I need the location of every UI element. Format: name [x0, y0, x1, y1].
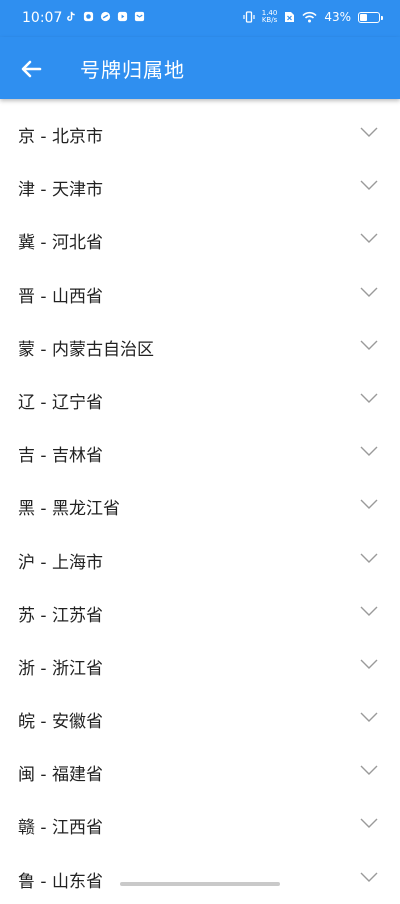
list-item[interactable]: 晋 - 山西省 [0, 266, 400, 319]
notification-icons [66, 11, 145, 22]
list-item[interactable]: 京 - 北京市 [0, 106, 400, 159]
link-app-icon [100, 11, 111, 22]
chevron-down-icon [360, 287, 378, 297]
list-item[interactable]: 鲁 - 山东省 [0, 851, 400, 904]
list-item[interactable]: 黑 - 黑龙江省 [0, 478, 400, 531]
chevron-down-icon [360, 712, 378, 723]
chevron-down-icon [360, 553, 378, 563]
status-right: 1.40 KB/s 43% [243, 10, 383, 24]
chevron-down-icon [360, 872, 378, 882]
province-list: 京 - 北京市津 - 天津市冀 - 河北省晋 - 山西省蒙 - 内蒙古自治区辽 … [0, 106, 400, 904]
list-item[interactable]: 吉 - 吉林省 [0, 425, 400, 478]
list-item-label: 浙 - 浙江省 [18, 658, 103, 679]
list-item-label: 皖 - 安徽省 [18, 712, 103, 733]
list-item[interactable]: 皖 - 安徽省 [0, 691, 400, 744]
vibrate-icon [243, 11, 255, 23]
arrow-left-icon[interactable] [16, 54, 46, 84]
list-item[interactable]: 闽 - 福建省 [0, 744, 400, 797]
chevron-down-icon [360, 499, 378, 510]
status-time: 10:07 [22, 10, 63, 26]
list-item-label: 蒙 - 内蒙古自治区 [18, 339, 154, 360]
list-item-label: 黑 - 黑龙江省 [18, 499, 120, 520]
home-indicator[interactable] [120, 882, 280, 886]
list-item[interactable]: 赣 - 江西省 [0, 797, 400, 850]
list-item-label: 冀 - 河北省 [18, 233, 103, 254]
list-item[interactable]: 津 - 天津市 [0, 159, 400, 212]
wifi-icon [302, 11, 317, 23]
app-bar: 号牌归属地 [0, 37, 400, 99]
video-app-icon [117, 11, 128, 22]
chevron-down-icon [360, 818, 378, 829]
network-speed: 1.40 KB/s [262, 10, 278, 24]
list-item-label: 京 - 北京市 [18, 127, 103, 147]
list-item[interactable]: 辽 - 辽宁省 [0, 372, 400, 425]
network-speed-unit: KB/s [261, 16, 278, 24]
mail-icon [134, 11, 145, 22]
list-item-label: 吉 - 吉林省 [18, 446, 103, 467]
list-item-label: 赣 - 江西省 [18, 818, 103, 839]
list-item[interactable]: 苏 - 江苏省 [0, 585, 400, 638]
list-item[interactable]: 浙 - 浙江省 [0, 638, 400, 691]
tiktok-icon [67, 11, 75, 21]
list-item-label: 津 - 天津市 [18, 180, 103, 201]
list-item[interactable]: 沪 - 上海市 [0, 532, 400, 585]
list-item-label: 闽 - 福建省 [18, 765, 103, 786]
chevron-down-icon [360, 180, 378, 191]
battery-icon [358, 11, 383, 23]
chevron-down-icon [360, 606, 378, 616]
chevron-down-icon [360, 765, 378, 776]
list-item[interactable]: 冀 - 河北省 [0, 212, 400, 265]
status-bar: 10:07 1.40 KB/s 43% [0, 0, 400, 37]
chevron-down-icon [360, 340, 378, 350]
page-title: 号牌归属地 [80, 58, 185, 82]
chevron-down-icon [360, 233, 378, 244]
sim-icon [285, 12, 295, 22]
battery-level [360, 13, 368, 21]
list-item[interactable]: 蒙 - 内蒙古自治区 [0, 319, 400, 372]
chevron-down-icon [360, 127, 378, 137]
list-item-label: 沪 - 上海市 [18, 552, 103, 573]
list-item-label: 苏 - 江苏省 [18, 605, 103, 626]
chevron-down-icon [360, 393, 378, 403]
list-item-label: 晋 - 山西省 [18, 286, 103, 307]
app-notification-icon [83, 11, 94, 22]
chevron-down-icon [360, 659, 378, 669]
list-item-label: 辽 - 辽宁省 [18, 392, 103, 413]
battery-percent: 43% [324, 10, 351, 24]
chevron-down-icon [360, 446, 378, 457]
